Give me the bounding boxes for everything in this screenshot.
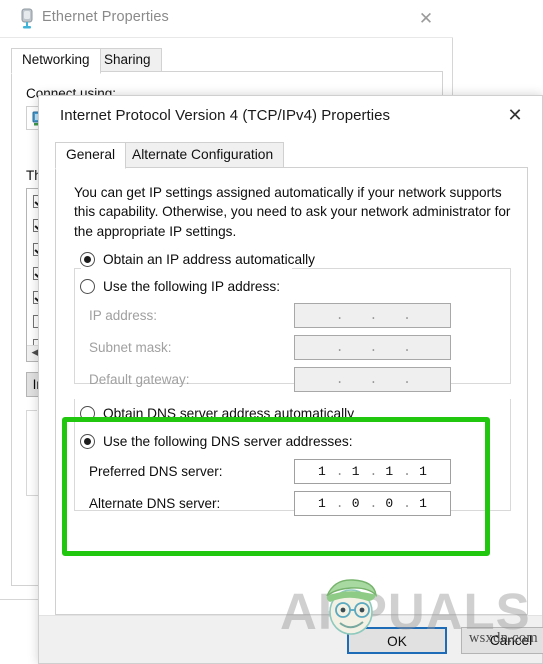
ip-address-input[interactable]: . . . bbox=[294, 303, 451, 328]
default-gateway-label: Default gateway: bbox=[89, 372, 190, 387]
octet: 1 bbox=[351, 464, 360, 479]
octet: 1 bbox=[385, 464, 394, 479]
ethernet-properties-title: Ethernet Properties bbox=[42, 9, 169, 25]
subnet-mask-label: Subnet mask: bbox=[89, 340, 172, 355]
dot: . bbox=[335, 464, 344, 479]
alternate-dns-input[interactable]: 1. 0. 0. 1 bbox=[294, 491, 451, 516]
octet: 1 bbox=[318, 464, 326, 479]
radio-label: Use the following DNS server addresses: bbox=[103, 434, 353, 449]
ethernet-properties-titlebar: Ethernet Properties ✕ bbox=[0, 0, 453, 38]
radio-label: Obtain an IP address automatically bbox=[103, 252, 316, 267]
dot: . bbox=[403, 464, 411, 479]
radio-label: Use the following IP address: bbox=[103, 279, 281, 294]
tab-general[interactable]: General bbox=[55, 142, 127, 169]
groupbox-top-left-rule bbox=[75, 268, 81, 269]
dot: . bbox=[403, 340, 411, 355]
octet: 1 bbox=[318, 496, 326, 511]
dot: . bbox=[369, 372, 378, 387]
octet: 0 bbox=[385, 496, 394, 511]
dialog-tabstrip: General Alternate Configuration bbox=[55, 142, 525, 169]
close-icon[interactable]: ✕ bbox=[494, 101, 536, 131]
radio-icon[interactable] bbox=[80, 434, 95, 449]
dot: . bbox=[403, 372, 411, 387]
preferred-dns-input[interactable]: 1. 1. 1. 1 bbox=[294, 459, 451, 484]
screenshot-root: Ethernet Properties ✕ Networking Sharing… bbox=[0, 0, 543, 664]
radio-icon[interactable] bbox=[80, 279, 95, 294]
cancel-button[interactable]: Cancel bbox=[461, 627, 543, 654]
dot: . bbox=[369, 340, 378, 355]
dialog-title: Internet Protocol Version 4 (TCP/IPv4) P… bbox=[60, 107, 391, 124]
ok-button[interactable]: OK bbox=[347, 627, 447, 654]
dot: . bbox=[335, 372, 344, 387]
groupbox-top-right-rule bbox=[292, 268, 510, 269]
tab-sharing[interactable]: Sharing bbox=[93, 48, 162, 72]
preferred-dns-label: Preferred DNS server: bbox=[89, 464, 223, 479]
network-adapter-icon bbox=[21, 8, 33, 29]
ip-address-label: IP address: bbox=[89, 308, 158, 323]
radio-use-following-ip[interactable]: Use the following IP address: bbox=[80, 279, 287, 294]
dot: . bbox=[335, 496, 344, 511]
tab-alternate-configuration[interactable]: Alternate Configuration bbox=[121, 142, 285, 168]
close-icon[interactable]: ✕ bbox=[409, 6, 443, 32]
octet: 1 bbox=[419, 496, 427, 511]
dialog-titlebar: Internet Protocol Version 4 (TCP/IPv4) P… bbox=[39, 96, 542, 138]
dot: . bbox=[369, 308, 378, 323]
radio-use-following-dns[interactable]: Use the following DNS server addresses: bbox=[80, 434, 359, 449]
octet: 1 bbox=[419, 464, 427, 479]
ethernet-tabstrip: Networking Sharing bbox=[11, 48, 443, 74]
tab-networking[interactable]: Networking bbox=[11, 48, 101, 74]
dot: . bbox=[369, 496, 378, 511]
default-gateway-input[interactable]: . . . bbox=[294, 367, 451, 392]
dot: . bbox=[369, 464, 378, 479]
tcpip4-properties-dialog: Internet Protocol Version 4 (TCP/IPv4) P… bbox=[38, 95, 543, 664]
octet: 0 bbox=[351, 496, 360, 511]
intro-text: You can get IP settings assigned automat… bbox=[74, 185, 511, 239]
radio-obtain-ip-automatically[interactable]: Obtain an IP address automatically bbox=[80, 252, 315, 267]
dot: . bbox=[403, 496, 411, 511]
dot: . bbox=[335, 308, 344, 323]
radio-icon[interactable] bbox=[80, 252, 95, 267]
subnet-mask-input[interactable]: . . . bbox=[294, 335, 451, 360]
alternate-dns-label: Alternate DNS server: bbox=[89, 496, 221, 511]
dot: . bbox=[403, 308, 411, 323]
dialog-footer: OK Cancel bbox=[39, 615, 543, 663]
dialog-tab-panel: You can get IP settings assigned automat… bbox=[55, 167, 528, 615]
dot: . bbox=[335, 340, 344, 355]
